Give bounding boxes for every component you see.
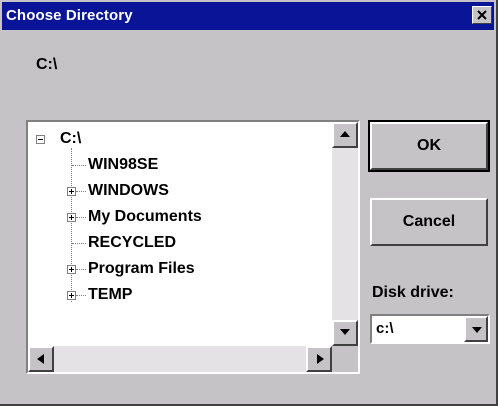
arrow-down-icon xyxy=(340,329,350,335)
disk-drive-select[interactable]: c:\ xyxy=(370,314,490,344)
title-bar[interactable]: Choose Directory xyxy=(2,2,494,30)
close-icon xyxy=(477,10,487,20)
vertical-scrollbar[interactable] xyxy=(332,122,358,346)
ok-button[interactable]: OK xyxy=(368,120,490,172)
horizontal-scrollbar[interactable] xyxy=(28,346,332,372)
tree-item-label: Program Files xyxy=(88,260,195,277)
tree-item-label: WIN98SE xyxy=(88,156,159,173)
tree-branch-line xyxy=(76,295,86,296)
expand-icon[interactable] xyxy=(67,291,76,300)
disk-drive-label: Disk drive: xyxy=(372,284,454,301)
cancel-button[interactable]: Cancel xyxy=(370,198,488,246)
tree-branch-line xyxy=(76,191,86,192)
current-path-label: C:\ xyxy=(36,56,58,73)
tree-branch-line xyxy=(76,217,86,218)
expand-icon[interactable] xyxy=(67,265,76,274)
tree-item-label: TEMP xyxy=(88,286,133,303)
disk-drive-value: c:\ xyxy=(376,320,394,337)
scroll-up-button[interactable] xyxy=(332,122,358,148)
tree-item-label: My Documents xyxy=(88,208,202,225)
tree-item-label: WINDOWS xyxy=(88,182,169,199)
tree-item-label: RECYCLED xyxy=(88,234,177,251)
expand-icon[interactable] xyxy=(67,213,76,222)
disk-drive-dropdown-button[interactable] xyxy=(464,316,488,342)
tree-connector-line xyxy=(71,148,72,302)
expand-icon[interactable] xyxy=(67,187,76,196)
close-button[interactable] xyxy=(472,6,492,24)
window-title: Choose Directory xyxy=(6,7,133,24)
tree-branch-line xyxy=(72,243,86,244)
choose-directory-dialog: Choose Directory C:\ C:\ WIN98SE WINDOWS… xyxy=(0,0,498,406)
arrow-left-icon xyxy=(37,354,44,364)
tree-view-area: C:\ WIN98SE WINDOWS My Documents RECYCLE… xyxy=(28,122,332,346)
scroll-left-button[interactable] xyxy=(28,346,54,372)
chevron-down-icon xyxy=(472,327,482,333)
scroll-right-button[interactable] xyxy=(306,346,332,372)
arrow-right-icon xyxy=(317,354,324,364)
tree-branch-line xyxy=(76,269,86,270)
tree-root-label: C:\ xyxy=(60,130,82,147)
tree-branch-line xyxy=(72,165,86,166)
arrow-up-icon xyxy=(340,131,350,137)
collapse-icon[interactable] xyxy=(36,135,45,144)
directory-tree[interactable]: C:\ WIN98SE WINDOWS My Documents RECYCLE… xyxy=(26,120,360,374)
scrollbar-corner xyxy=(332,346,358,372)
scroll-down-button[interactable] xyxy=(332,320,358,346)
